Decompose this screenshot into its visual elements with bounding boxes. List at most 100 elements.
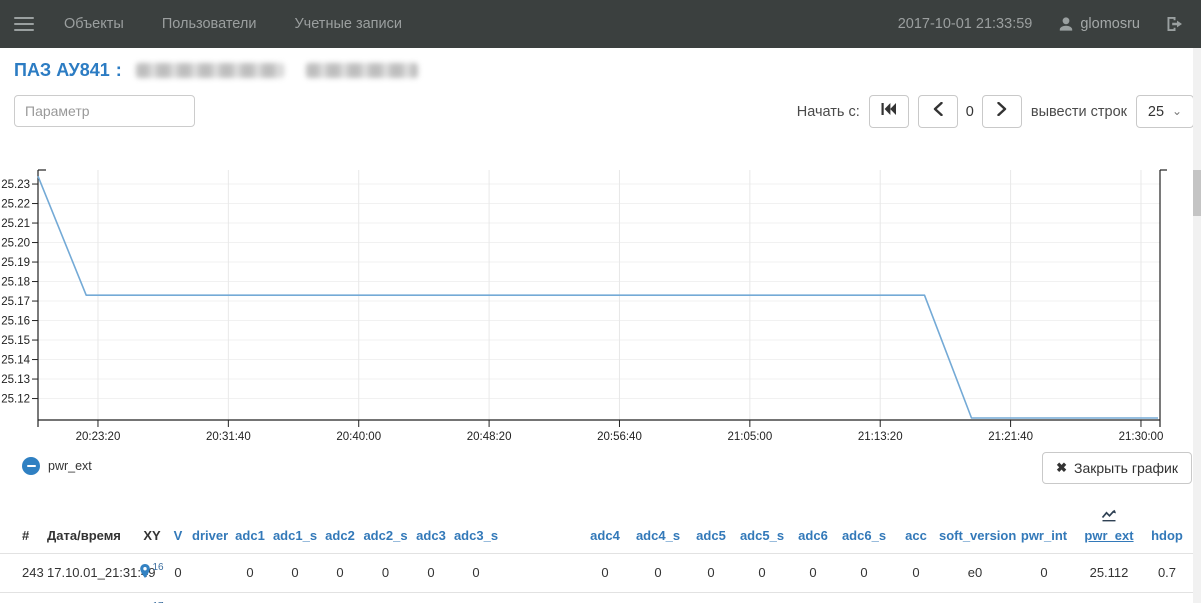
column-header-adc4[interactable]: adc4 (583, 497, 627, 553)
cell-adc1_s: 0 (272, 553, 318, 592)
chevron-right-icon (997, 102, 1007, 121)
records-table: #Дата/времяXYVdriveradc1adc1_sadc2adc2_s… (0, 497, 1201, 603)
column-header-adc3_s[interactable]: adc3_s (453, 497, 499, 553)
x-tick-label: 21:21:40 (988, 431, 1033, 443)
x-tick-label: 20:40:00 (336, 431, 381, 443)
cell-adc5: 0 (689, 553, 733, 592)
logout-icon[interactable] (1166, 16, 1183, 32)
cell-pwr_int: 0 (1011, 553, 1077, 592)
cell-hdop: 0.7 (1141, 553, 1193, 592)
cell-pwr_int (1011, 592, 1077, 603)
cell-adc4 (583, 592, 627, 603)
column-header-pwr_ext[interactable]: pwr_ext (1077, 497, 1141, 553)
cell-xy[interactable]: 17 (140, 592, 164, 603)
column-header-num: # (0, 497, 40, 553)
skip-to-start-icon (881, 102, 896, 121)
legend-series-label: pwr_ext (48, 459, 92, 473)
cell-adc1: 0 (228, 553, 272, 592)
y-tick-label: 25.19 (1, 257, 30, 269)
cell-acc (893, 592, 939, 603)
column-header-adc3[interactable]: adc3 (409, 497, 453, 553)
user-menu[interactable]: glomosru (1058, 16, 1140, 32)
y-tick-label: 25.20 (1, 238, 30, 250)
column-header-adc4_s[interactable]: adc4_s (627, 497, 689, 553)
cell-v (164, 592, 192, 603)
cell-adc6_s (835, 592, 893, 603)
column-header-adc5_s[interactable]: adc5_s (733, 497, 791, 553)
cell-soft_version: e0 (939, 553, 1011, 592)
rows-per-page-value: 25 (1148, 104, 1164, 120)
user-icon (1058, 16, 1074, 32)
scrollbar-track[interactable] (1193, 48, 1201, 603)
cell-xy[interactable]: 16 (140, 553, 164, 592)
next-page-button[interactable] (982, 95, 1022, 128)
prev-page-button[interactable] (918, 95, 958, 128)
x-tick-label: 21:30:00 (1119, 431, 1164, 443)
cell-v: 0 (164, 553, 192, 592)
column-header-v[interactable]: V (164, 497, 192, 553)
column-header-adc6[interactable]: adc6 (791, 497, 835, 553)
cell-driver (192, 592, 228, 603)
cell-num (0, 592, 40, 603)
cell-adc5_s: 0 (733, 553, 791, 592)
y-tick-label: 25.14 (1, 355, 30, 367)
cell-adc3_s (453, 592, 499, 603)
cell-adc5 (689, 592, 733, 603)
server-datetime: 2017-10-01 21:33:59 (898, 16, 1033, 32)
x-tick-label: 21:13:20 (858, 431, 903, 443)
cell-adc4_s: 0 (627, 553, 689, 592)
column-header-adc6_s[interactable]: adc6_s (835, 497, 893, 553)
cell-adc6: 0 (791, 553, 835, 592)
x-tick-label: 20:56:40 (597, 431, 642, 443)
close-icon: ✖ (1056, 460, 1067, 476)
remove-series-icon (22, 457, 40, 475)
column-header-acc[interactable]: acc (893, 497, 939, 553)
first-page-button[interactable] (869, 95, 909, 128)
column-header-adc2_s[interactable]: adc2_s (362, 497, 409, 553)
column-header-driver[interactable]: driver (192, 497, 228, 553)
column-header-pwr_int[interactable]: pwr_int (1011, 497, 1077, 553)
menu-item-accounts[interactable]: Учетные записи (294, 16, 402, 32)
cell-acc: 0 (893, 553, 939, 592)
y-tick-label: 25.17 (1, 296, 30, 308)
table-row: 24317.10.01_21:31:491600000000000000e002… (0, 553, 1201, 592)
column-header-adc2[interactable]: adc2 (318, 497, 362, 553)
chart-svg: 25.2325.2225.2125.2025.1925.1825.1725.16… (0, 160, 1201, 460)
column-header-datetime: Дата/время (40, 497, 140, 553)
cell-adc3_s: 0 (453, 553, 499, 592)
close-chart-label: Закрыть график (1074, 460, 1178, 476)
column-header-soft_version[interactable]: soft_version (939, 497, 1011, 553)
start-from-label: Начать с: (797, 104, 860, 120)
column-header-hdop[interactable]: hdop (1141, 497, 1193, 553)
topbar: Объекты Пользователи Учетные записи 2017… (0, 0, 1201, 48)
cell-adc2_s (362, 592, 409, 603)
x-tick-label: 20:23:20 (76, 431, 121, 443)
legend-toggle-pwr_ext[interactable]: pwr_ext (22, 457, 92, 475)
username-label: glomosru (1080, 16, 1140, 32)
menu-item-users[interactable]: Пользователи (162, 16, 257, 32)
pagination: Начать с: 0 вывести строк 25 ⌄ (797, 95, 1194, 128)
hamburger-menu-icon[interactable] (14, 17, 34, 31)
cell-adc2: 0 (318, 553, 362, 592)
parameter-input[interactable] (14, 95, 195, 127)
rows-per-page-label: вывести строк (1031, 104, 1127, 120)
menu-item-objects[interactable]: Объекты (64, 16, 124, 32)
y-tick-label: 25.12 (1, 394, 30, 406)
column-header-adc1_s[interactable]: adc1_s (272, 497, 318, 553)
scrollbar-thumb[interactable] (1193, 170, 1201, 216)
rows-per-page-select[interactable]: 25 ⌄ (1136, 95, 1194, 128)
x-tick-label: 20:48:20 (467, 431, 512, 443)
cell-adc3 (409, 592, 453, 603)
close-chart-button[interactable]: ✖ Закрыть график (1042, 452, 1192, 484)
table-row: 17.10.01_21:31:4917 (0, 592, 1201, 603)
column-header-xy: XY (140, 497, 164, 553)
cell-datetime: 17.10.01_21:31:49 (40, 553, 140, 592)
column-header-adc5[interactable]: adc5 (689, 497, 733, 553)
page-offset-value: 0 (966, 104, 974, 120)
chart-area: 25.2325.2225.2125.2025.1925.1825.1725.16… (0, 160, 1201, 460)
column-header-adc1[interactable]: adc1 (228, 497, 272, 553)
cell-adc6 (791, 592, 835, 603)
map-pin-icon[interactable]: 16 (140, 564, 163, 578)
spacer-column (499, 497, 583, 553)
page-title: ПАЗ АУ841: (14, 60, 418, 81)
